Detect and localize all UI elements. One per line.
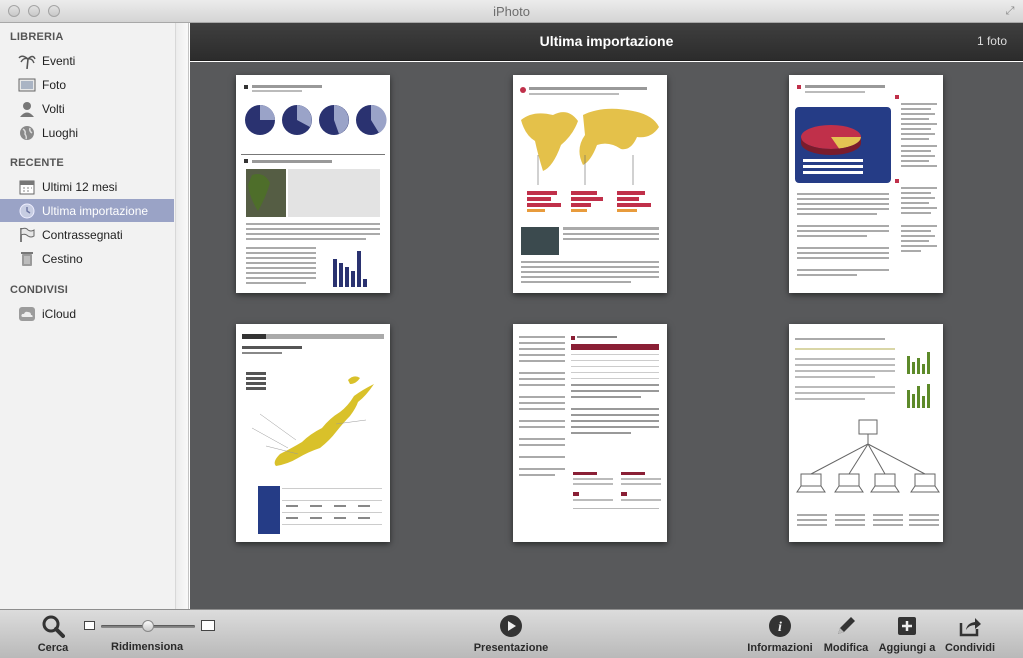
- trash-icon: [18, 251, 36, 267]
- sidebar-item-label: Eventi: [42, 53, 76, 68]
- photo-thumbnail[interactable]: [789, 324, 943, 542]
- title-bar: iPhoto ⤢: [0, 0, 1023, 23]
- sidebar-item-icloud[interactable]: iCloud: [0, 302, 174, 325]
- slider-knob[interactable]: [142, 620, 154, 632]
- flag-icon: [18, 227, 36, 243]
- sidebar-item-label: Foto: [42, 77, 67, 92]
- sidebar-item-contrassegnati[interactable]: Contrassegnati: [0, 223, 174, 246]
- sidebar-item-volti[interactable]: Volti: [0, 97, 174, 120]
- info-button[interactable]: i Informazioni: [744, 614, 816, 654]
- edit-button[interactable]: Modifica: [820, 614, 872, 654]
- search-button[interactable]: Cerca: [34, 614, 72, 654]
- photo-grid: [190, 62, 1023, 609]
- photo-thumbnail[interactable]: [513, 75, 667, 293]
- sidebar-item-label: Ultima importazione: [42, 203, 149, 218]
- add-to-button[interactable]: Aggiungi a: [876, 614, 938, 654]
- search-icon: [42, 615, 65, 638]
- window-title: iPhoto: [493, 4, 530, 19]
- sidebar-item-label: Cestino: [42, 251, 83, 266]
- pencil-icon: [838, 617, 855, 634]
- add-to-label: Aggiungi a: [878, 642, 936, 654]
- play-icon: [500, 615, 522, 637]
- photo-thumbnail[interactable]: [236, 75, 390, 293]
- svg-text:i: i: [778, 620, 782, 635]
- sidebar-item-luoghi[interactable]: Luoghi: [0, 121, 174, 144]
- small-thumbnail-icon: [84, 621, 95, 630]
- fullscreen-icon[interactable]: ⤢: [1003, 4, 1017, 18]
- photo-thumbnail[interactable]: [513, 324, 667, 542]
- sidebar-item-label: Luoghi: [42, 125, 79, 140]
- search-label: Cerca: [37, 642, 69, 654]
- sidebar-item-ultimi-12-mesi[interactable]: Ultimi 12 mesi: [0, 175, 174, 198]
- edit-label: Modifica: [823, 642, 869, 654]
- bottom-toolbar: Cerca Ridimensiona Presentazione i Infor…: [0, 609, 1023, 658]
- info-icon: i: [769, 615, 791, 637]
- plus-icon: [898, 617, 916, 635]
- globe-icon: [18, 125, 36, 141]
- share-icon: [959, 618, 981, 637]
- photo-thumbnail[interactable]: [236, 324, 390, 542]
- sidebar-item-label: Contrassegnati: [42, 227, 123, 242]
- info-label: Informazioni: [747, 642, 813, 654]
- page-title: Ultima importazione: [539, 33, 674, 49]
- sidebar-item-label: Volti: [42, 101, 65, 116]
- sidebar-divider[interactable]: [175, 23, 189, 609]
- sidebar-item-cestino[interactable]: Cestino: [0, 247, 174, 270]
- palm-tree-icon: [18, 53, 36, 69]
- slideshow-label: Presentazione: [473, 642, 549, 654]
- sidebar: LIBRERIA Eventi Foto Volti Luoghi RECENT…: [0, 23, 175, 609]
- face-icon: [18, 101, 36, 117]
- photo-thumbnail[interactable]: [789, 75, 943, 293]
- sidebar-item-label: iCloud: [42, 306, 77, 321]
- resize-label: Ridimensiona: [111, 641, 184, 653]
- share-button[interactable]: Condividi: [942, 614, 998, 654]
- sidebar-item-foto[interactable]: Foto: [0, 73, 174, 96]
- photo-icon: [18, 77, 36, 93]
- photo-count: 1 foto: [976, 34, 1007, 48]
- sidebar-item-eventi[interactable]: Eventi: [0, 49, 174, 72]
- sidebar-item-ultima-importazione[interactable]: Ultima importazione: [0, 199, 174, 222]
- content-header: Ultima importazione 1 foto: [190, 23, 1023, 61]
- section-title-condivisi: CONDIVISI: [10, 284, 69, 296]
- section-title-libreria: LIBRERIA: [10, 31, 64, 43]
- sidebar-item-label: Ultimi 12 mesi: [42, 179, 118, 194]
- slideshow-button[interactable]: Presentazione: [470, 614, 552, 654]
- import-clock-icon: [18, 203, 36, 219]
- resize-slider[interactable]: [82, 618, 216, 634]
- share-label: Condividi: [944, 642, 996, 654]
- icloud-icon: [18, 306, 36, 322]
- calendar-icon: [18, 179, 36, 195]
- large-thumbnail-icon: [201, 620, 215, 631]
- section-title-recente: RECENTE: [10, 157, 64, 169]
